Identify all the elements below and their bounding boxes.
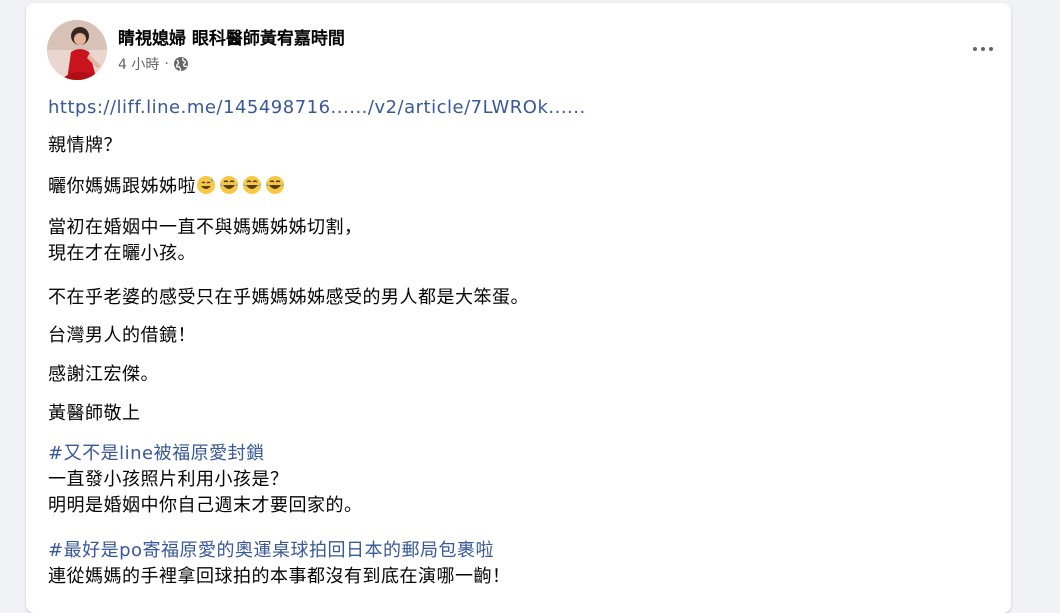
avatar-image [47, 20, 107, 80]
paragraph-4: 不在乎老婆的感受只在乎媽媽姊姊感受的男人都是大笨蛋。 [48, 287, 529, 308]
author-name[interactable]: 睛視媳婦 眼科醫師黃宥嘉時間 [118, 24, 345, 49]
paragraph-3-line-1: 當初在婚姻中一直不與媽媽姊姊切割， [48, 217, 363, 238]
paragraph-2: 曬你媽媽跟姊姊啦 [48, 174, 288, 200]
post-card: 睛視媳婦 眼科醫師黃宥嘉時間 4 小時 · https://liff.line.… [26, 3, 1011, 613]
paragraph-3-line-2: 現在才在曬小孩。 [48, 243, 196, 264]
paragraph-9: 連從媽媽的手裡拿回球拍的本事都沒有到底在演哪一齣！ [48, 566, 511, 587]
globe-icon[interactable] [173, 56, 189, 72]
paragraph-8-line-2: 明明是婚姻中你自己週末才要回家的。 [48, 495, 363, 516]
more-options-icon[interactable] [965, 38, 1001, 60]
hashtag-2[interactable]: #最好是po寄福原愛的奧運桌球拍回日本的郵局包裹啦 [48, 538, 494, 564]
paragraph-6: 感謝江宏傑。 [48, 364, 159, 385]
meta-separator: · [164, 56, 169, 72]
post-meta: 4 小時 · [118, 54, 189, 74]
post-timestamp[interactable]: 4 小時 [118, 54, 159, 74]
joy-face-emoji [243, 176, 261, 194]
hashtag-1[interactable]: #又不是line被福原愛封鎖 [48, 441, 265, 467]
paragraph-8-line-1: 一直發小孩照片利用小孩是？ [48, 469, 289, 490]
paragraph-2-text: 曬你媽媽跟姊姊啦 [48, 176, 196, 197]
paragraph-5: 台灣男人的借鏡！ [48, 325, 196, 346]
paragraph-1: 親情牌？ [48, 135, 122, 156]
article-link[interactable]: https://liff.line.me/145498716....../v2/… [48, 95, 586, 121]
post-header: 睛視媳婦 眼科醫師黃宥嘉時間 4 小時 · [47, 20, 1011, 80]
paragraph-7: 黃醫師敬上 [48, 403, 141, 424]
joy-face-emoji [220, 176, 238, 194]
joy-face-emoji [266, 176, 284, 194]
grinning-sweat-face-emoji [197, 176, 215, 194]
avatar[interactable] [47, 20, 107, 80]
